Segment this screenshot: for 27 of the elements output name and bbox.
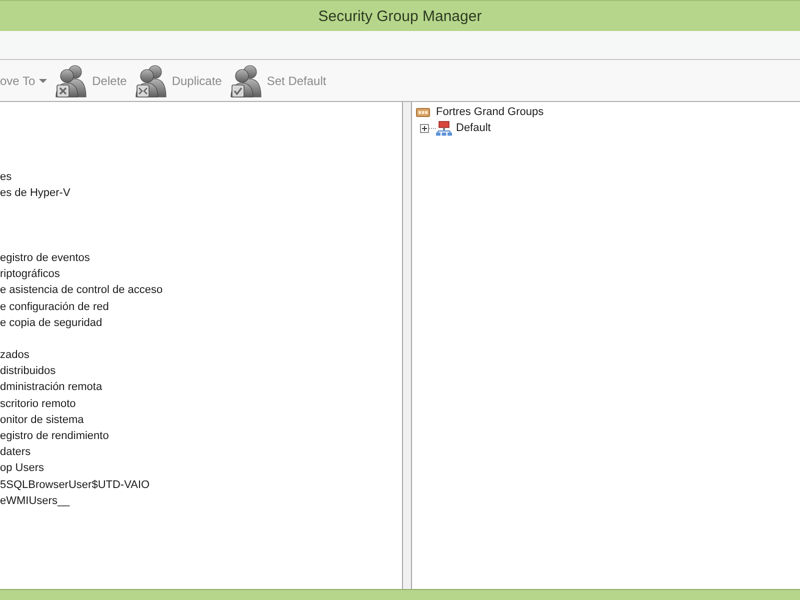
list-item[interactable]: scritorio remoto xyxy=(0,396,76,412)
list-item[interactable]: dministración remota xyxy=(0,379,102,396)
tree-item[interactable]: Default xyxy=(456,121,491,136)
caret-icon xyxy=(39,78,48,82)
list-item[interactable]: zados xyxy=(0,347,30,364)
group-tag-icon xyxy=(416,108,430,117)
list-item[interactable]: riptográficos xyxy=(0,266,60,282)
window-title: Security Group Manager xyxy=(318,8,482,24)
user-group-icon xyxy=(134,64,167,98)
user-group-icon xyxy=(55,64,88,98)
list-item[interactable]: eWMIUsers__ xyxy=(0,492,70,509)
network-computer-icon xyxy=(436,120,452,136)
list-item[interactable]: distribuidos xyxy=(0,363,56,380)
list-item[interactable]: e configuración de red xyxy=(0,298,109,315)
user-group-icon xyxy=(230,64,262,98)
list-item[interactable]: op Users xyxy=(0,460,44,477)
list-item[interactable]: es de Hyper-V xyxy=(0,185,70,202)
list-item[interactable]: onitor de sistema xyxy=(0,412,84,428)
list-item[interactable]: egistro de eventos xyxy=(0,250,90,266)
list-item[interactable]: 5SQLBrowserUser$UTD-VAIO xyxy=(0,476,150,493)
list-item[interactable]: egistro de rendimiento xyxy=(0,428,109,444)
expand-toggle-icon[interactable] xyxy=(420,124,429,133)
list-item[interactable]: daters xyxy=(0,444,31,460)
list-item[interactable]: e asistencia de control de acceso xyxy=(0,282,163,299)
list-item[interactable]: e copia de seguridad xyxy=(0,314,102,331)
list-item[interactable]: es xyxy=(0,169,12,186)
tree-item[interactable]: Fortres Grand Groups xyxy=(436,105,544,120)
